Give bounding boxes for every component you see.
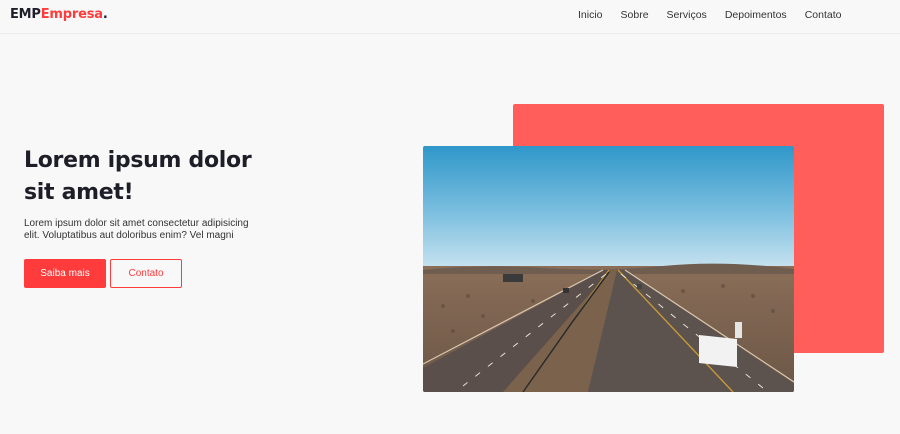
site-header: EMPEmpresa. Inicio Sobre Serviços Depoim… <box>0 0 900 34</box>
nav-link-servicos[interactable]: Serviços <box>667 9 707 21</box>
nav-link-inicio[interactable]: Inicio <box>578 9 603 21</box>
hero-title-line1: Lorem ipsum dolor <box>24 148 252 173</box>
hero-title-line2: sit amet! <box>24 180 134 205</box>
main-nav: Inicio Sobre Serviços Depoimentos Contat… <box>578 9 841 21</box>
nav-link-contato[interactable]: Contato <box>805 9 842 21</box>
site-logo[interactable]: EMPEmpresa. <box>10 7 108 22</box>
nav-link-sobre[interactable]: Sobre <box>621 9 649 21</box>
hero-title: Lorem ipsum dolor sit amet! <box>24 145 284 209</box>
contato-button[interactable]: Contato <box>110 259 182 288</box>
nav-link-depoimentos[interactable]: Depoimentos <box>725 9 787 21</box>
saiba-mais-button[interactable]: Saiba mais <box>24 259 106 288</box>
hero-description: Lorem ipsum dolor sit amet consectetur a… <box>24 218 249 241</box>
hero-image <box>423 146 794 392</box>
highway-photo-svg <box>423 146 794 392</box>
